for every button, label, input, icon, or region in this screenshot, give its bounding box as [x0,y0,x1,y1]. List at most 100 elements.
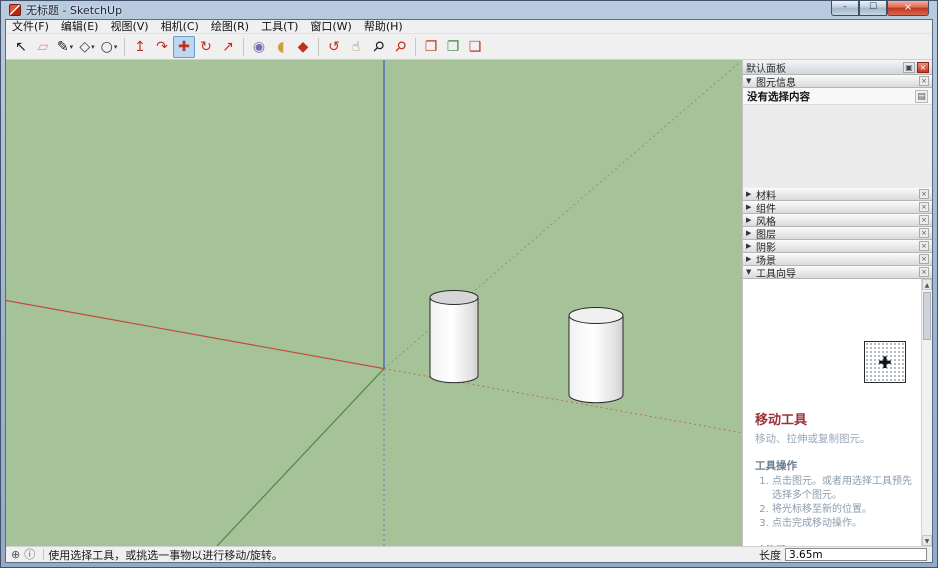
menu-view[interactable]: 视图(V) [104,20,154,34]
chevron-right-icon: ▶ [746,203,756,211]
get-models-button[interactable]: ❐ [420,36,442,58]
menu-bar: 文件(F) 编辑(E) 视图(V) 相机(C) 绘图(R) 工具(T) 窗口(W… [6,20,932,34]
scale-tool-icon: ↗ [222,37,234,57]
protractor-tool-icon: ◖ [277,37,284,57]
3d-viewport-canvas[interactable] [6,60,742,546]
title-bar[interactable]: 无标题 - SketchUp [1,1,937,19]
default-panel-title: 默认面板 [746,60,786,75]
section-close-icon[interactable]: × [919,215,929,225]
section-entity-info[interactable]: ▼ 图元信息 × [743,75,932,88]
measurement-input[interactable] [785,548,927,561]
dropdown-caret-icon[interactable]: ▾ [70,43,74,51]
section-close-icon[interactable]: × [919,267,929,277]
circle-tool-icon: ○ [101,37,113,57]
window-title: 无标题 - SketchUp [26,2,122,18]
zoom-tool-button[interactable]: ⚲ [367,36,389,58]
maximize-button[interactable]: ☐ [859,1,887,16]
chevron-right-icon: ▶ [746,242,756,250]
toolbar-separator [415,38,416,56]
client-area: 文件(F) 编辑(E) 视图(V) 相机(C) 绘图(R) 工具(T) 窗口(W… [5,19,933,563]
menu-file[interactable]: 文件(F) [6,20,55,34]
zoom-tool-icon: ⚲ [367,36,388,57]
orbit-tool-button[interactable]: ↺ [323,36,345,58]
instructor-step: 点击图元。或者用选择工具预先选择多个图元。 [772,475,912,503]
line-tool-icon: ✎ [57,37,69,57]
pan-tool-button[interactable]: ☝ [345,36,367,58]
instructor-step: 将光标移至新的位置。 [772,503,912,517]
follow-me-tool-button[interactable]: ↷ [151,36,173,58]
move-tool-button[interactable]: ✚ [173,36,195,58]
section-close-icon[interactable]: × [919,241,929,251]
cylinder-1-body[interactable] [430,297,478,382]
shapes-tool-button[interactable]: ◇▾ [76,36,98,58]
cylinder-2-body[interactable] [569,316,623,403]
line-tool-button[interactable]: ✎▾ [54,36,76,58]
menu-draw[interactable]: 绘图(R) [205,20,255,34]
instructor-step: 点击完成移动操作。 [772,517,912,531]
paint-bucket-tool-button[interactable]: ◆ [292,36,314,58]
scrollbar-thumb[interactable] [923,292,931,340]
section-label: 工具向导 [756,265,796,280]
zoom-extents-tool-button[interactable]: ⚲ [389,36,411,58]
dropdown-caret-icon[interactable]: ▾ [114,43,118,51]
select-tool-icon: ↖ [15,37,27,57]
toolbar: ↖ ▱ ✎▾ ◇▾ ○▾ ↥ ↷ ✚ ↻ ↗ ◉ ◖ ◆ ↺ ☝ ⚲ ⚲ ❐ ❐… [6,34,932,60]
section-instructor[interactable]: ▼ 工具向导 × [743,266,932,279]
section-close-icon[interactable]: × [919,76,929,86]
rotate-tool-button[interactable]: ↻ [195,36,217,58]
extension-warehouse-icon: ❑ [469,37,482,57]
cylinder-1-top[interactable] [430,290,478,304]
instructor-title: 移动工具 [755,409,912,428]
scroll-down-icon[interactable]: ▼ [922,535,932,546]
panel-pin-icon[interactable]: ▣ [903,62,915,73]
eraser-tool-icon: ▱ [38,37,49,57]
section-close-icon[interactable]: × [919,228,929,238]
circle-tool-button[interactable]: ○▾ [98,36,120,58]
instructor-content: 移动工具 移动、拉伸或复制图元。 工具操作 点击图元。或者用选择工具预先选择多个… [743,409,932,546]
move-cursor-icon: ✚ [878,353,891,372]
section-label: 图元信息 [756,74,796,89]
measurement-box: 长度 [759,547,927,563]
share-model-button[interactable]: ❐ [442,36,464,58]
menu-tools[interactable]: 工具(T) [255,20,304,34]
section-close-icon[interactable]: × [919,254,929,264]
status-bar: ⊕ ⓘ 使用选择工具，或挑选一事物以进行移动/旋转。 长度 [6,546,932,562]
close-button[interactable]: × [887,1,929,16]
extension-warehouse-button[interactable]: ❑ [464,36,486,58]
instructor-scrollbar[interactable]: ▲ ▼ [921,279,932,546]
panel-close-icon[interactable]: × [917,62,929,73]
scroll-up-icon[interactable]: ▲ [922,279,932,290]
entity-empty-text: 没有选择内容 [747,89,810,104]
eraser-tool-button[interactable]: ▱ [32,36,54,58]
menu-window[interactable]: 窗口(W) [304,20,357,34]
status-message: 使用选择工具，或挑选一事物以进行移动/旋转。 [48,547,283,563]
share-model-icon: ❐ [447,37,460,57]
push-pull-tool-button[interactable]: ↥ [129,36,151,58]
entity-details-toggle-icon[interactable]: ▤ [915,90,928,103]
geolocation-icon[interactable]: ⊕ [11,548,20,562]
instructor-operations-heading: 工具操作 [755,458,912,473]
section-close-icon[interactable]: × [919,189,929,199]
toolbar-separator [243,38,244,56]
scale-tool-button[interactable]: ↗ [217,36,239,58]
3d-viewport[interactable] [6,60,742,546]
menu-edit[interactable]: 编辑(E) [55,20,105,34]
get-models-icon: ❐ [425,37,438,57]
tape-measure-tool-button[interactable]: ◉ [248,36,270,58]
orbit-tool-icon: ↺ [328,37,340,57]
default-panel: 默认面板 ▣ × ▼ 图元信息 × 没有选择内容 ▤ [742,60,932,546]
instructor-panel: ✚ 移动工具 移动、拉伸或复制图元。 工具操作 点击图元。或者用选择工具预先选择… [743,279,932,546]
cylinder-2-top[interactable] [569,308,623,324]
menu-camera[interactable]: 相机(C) [155,20,205,34]
chevron-right-icon: ▶ [746,229,756,237]
section-close-icon[interactable]: × [919,202,929,212]
push-pull-tool-icon: ↥ [134,37,146,57]
protractor-tool-button[interactable]: ◖ [270,36,292,58]
credit-icon[interactable]: ⓘ [24,548,35,562]
minimize-button[interactable]: – [831,1,859,16]
paint-bucket-tool-icon: ◆ [298,37,309,57]
dropdown-caret-icon[interactable]: ▾ [91,43,95,51]
menu-help[interactable]: 帮助(H) [358,20,409,34]
content-area: 默认面板 ▣ × ▼ 图元信息 × 没有选择内容 ▤ [6,60,932,546]
select-tool-button[interactable]: ↖ [10,36,32,58]
